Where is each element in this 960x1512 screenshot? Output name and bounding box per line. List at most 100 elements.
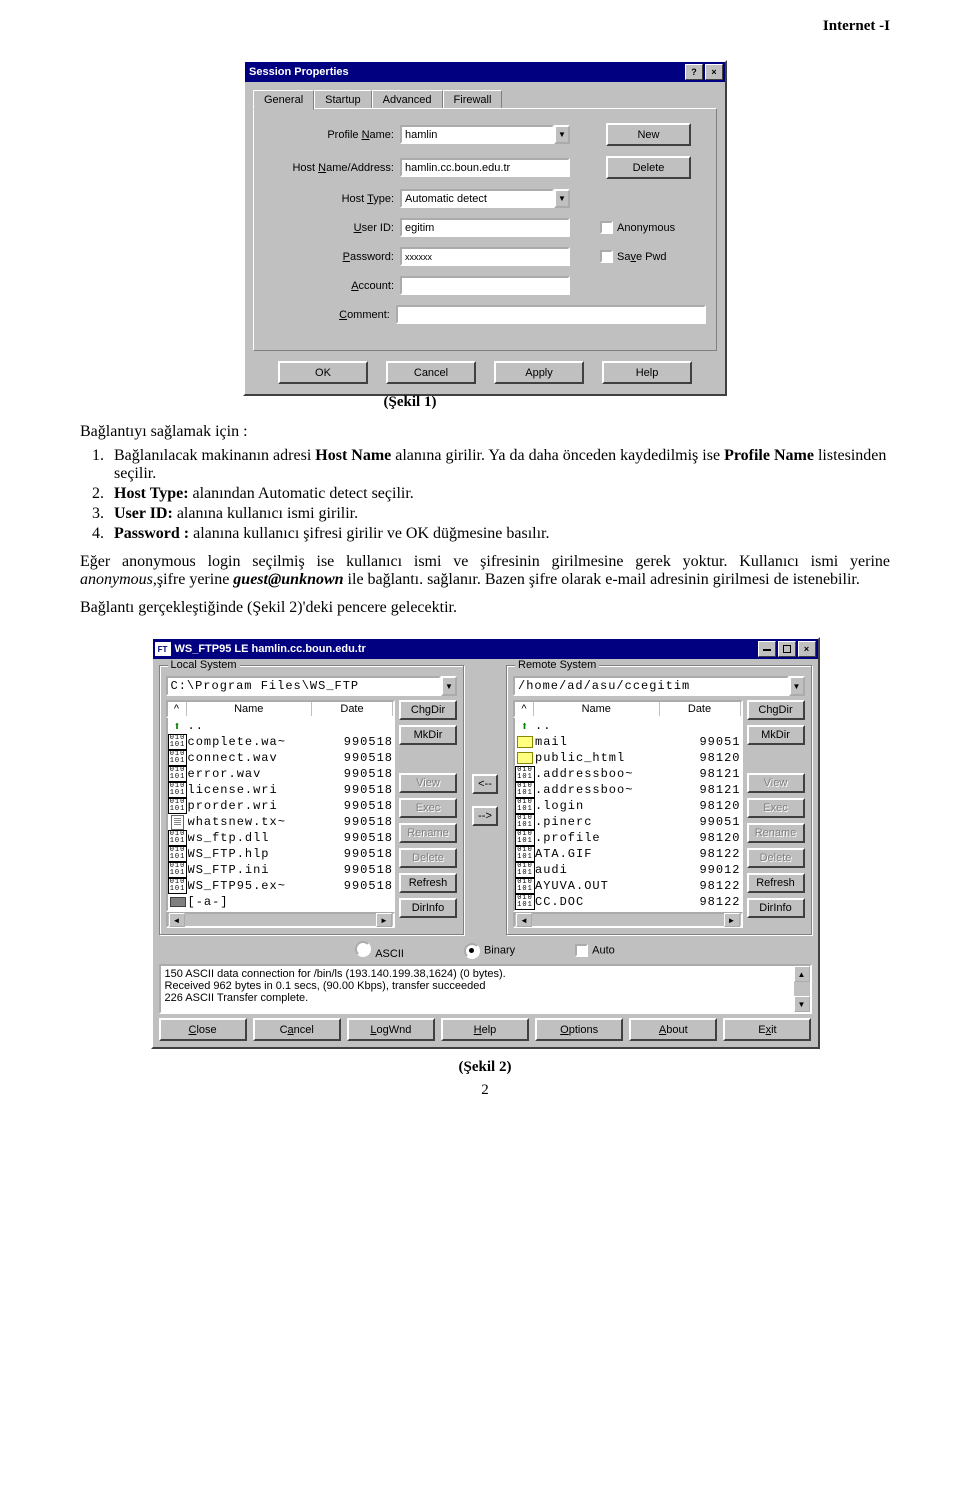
comment-field[interactable] <box>396 305 706 324</box>
scroll-right-icon[interactable]: ► <box>724 913 740 927</box>
file-row[interactable]: 010101complete.wa~990518 <box>168 734 394 750</box>
name-column[interactable]: Name <box>187 702 313 716</box>
chevron-down-icon[interactable]: ▼ <box>441 676 457 696</box>
exec-button[interactable]: Exec <box>747 798 805 818</box>
host-name-field[interactable]: hamlin.cc.boun.edu.tr <box>400 158 570 177</box>
minimize-icon[interactable] <box>758 641 776 657</box>
dirinfo-button[interactable]: DirInfo <box>747 898 805 918</box>
maximize-icon[interactable] <box>778 641 796 657</box>
scroll-left-icon[interactable]: ◄ <box>516 913 532 927</box>
download-button[interactable]: <-- <box>472 774 498 794</box>
help-icon[interactable]: ? <box>685 64 703 80</box>
mkdir-button[interactable]: MkDir <box>747 725 805 745</box>
rename-button[interactable]: Rename <box>399 823 457 843</box>
local-hscroll[interactable]: ◄► <box>166 912 396 928</box>
file-row[interactable]: 010101ATA.GIF98122 <box>515 846 741 862</box>
apply-button[interactable]: Apply <box>494 361 584 384</box>
close-icon[interactable]: × <box>798 641 816 657</box>
user-id-field[interactable]: egitim <box>400 218 570 237</box>
cancel-button[interactable]: Cancel <box>253 1018 341 1041</box>
name-column[interactable]: Name <box>534 702 660 716</box>
scroll-up-icon[interactable]: ▲ <box>794 966 810 982</box>
account-field[interactable] <box>400 276 570 295</box>
file-row[interactable]: 010101audi99012 <box>515 862 741 878</box>
file-row[interactable]: 010101.profile98120 <box>515 830 741 846</box>
chgdir-button[interactable]: ChgDir <box>399 700 457 720</box>
chgdir-button[interactable]: ChgDir <box>747 700 805 720</box>
view-button[interactable]: View <box>747 773 805 793</box>
remote-path-field[interactable]: /home/ad/asu/ccegitim <box>513 676 789 696</box>
chevron-down-icon[interactable]: ▼ <box>554 189 570 208</box>
ok-button[interactable]: OK <box>278 361 368 384</box>
file-row[interactable]: 010101license.wri990518 <box>168 782 394 798</box>
local-path-field[interactable]: C:\Program Files\WS_FTP <box>166 676 442 696</box>
caret-column[interactable]: ^ <box>168 702 187 716</box>
refresh-button[interactable]: Refresh <box>747 873 805 893</box>
file-row[interactable]: 010101WS_FTP95.ex~990518 <box>168 878 394 894</box>
file-row[interactable]: ⬆.. <box>168 718 394 734</box>
file-row[interactable]: 010101.login98120 <box>515 798 741 814</box>
caret-column[interactable]: ^ <box>515 702 534 716</box>
profile-name-combo[interactable]: hamlin▼ <box>400 125 570 144</box>
new-button[interactable]: New <box>606 123 691 146</box>
chevron-down-icon[interactable]: ▼ <box>554 125 570 144</box>
tab-general[interactable]: General <box>253 90 314 110</box>
refresh-button[interactable]: Refresh <box>399 873 457 893</box>
local-file-list[interactable]: ⬆..010101complete.wa~990518010101connect… <box>166 718 396 912</box>
file-row[interactable]: whatsnew.tx~990518 <box>168 814 394 830</box>
file-row[interactable]: 010101connect.wav990518 <box>168 750 394 766</box>
log-vscroll[interactable]: ▲▼ <box>794 966 810 1012</box>
auto-checkbox[interactable]: Auto <box>575 944 615 957</box>
remote-file-list[interactable]: ⬆..mail99051public_html98120010101.addre… <box>513 718 743 912</box>
rename-button[interactable]: Rename <box>747 823 805 843</box>
help-button[interactable]: Help <box>441 1018 529 1041</box>
file-row[interactable]: public_html98120 <box>515 750 741 766</box>
scroll-right-icon[interactable]: ► <box>376 913 392 927</box>
file-row[interactable]: 010101.addressboo~98121 <box>515 782 741 798</box>
date-column[interactable]: Date <box>312 702 393 716</box>
scroll-down-icon[interactable]: ▼ <box>794 996 810 1012</box>
tab-advanced[interactable]: Advanced <box>372 90 443 110</box>
ascii-radio[interactable]: ASCII <box>355 941 404 960</box>
options-button[interactable]: Options <box>535 1018 623 1041</box>
file-row[interactable]: ⬆.. <box>515 718 741 734</box>
about-button[interactable]: About <box>629 1018 717 1041</box>
file-row[interactable]: 010101.addressboo~98121 <box>515 766 741 782</box>
save-pwd-checkbox[interactable]: Save Pwd <box>600 250 667 263</box>
file-row[interactable]: 010101error.wav990518 <box>168 766 394 782</box>
remote-hscroll[interactable]: ◄► <box>513 912 743 928</box>
tab-firewall[interactable]: Firewall <box>443 90 503 110</box>
tab-startup[interactable]: Startup <box>314 90 371 110</box>
dirinfo-button[interactable]: DirInfo <box>399 898 457 918</box>
file-row[interactable]: 010101ws_ftp.dll990518 <box>168 830 394 846</box>
close-button[interactable]: Close <box>159 1018 247 1041</box>
exec-button[interactable]: Exec <box>399 798 457 818</box>
exit-button[interactable]: Exit <box>723 1018 811 1041</box>
binary-radio[interactable]: Binary <box>464 943 515 959</box>
view-button[interactable]: View <box>399 773 457 793</box>
file-row[interactable]: 010101WS_FTP.ini990518 <box>168 862 394 878</box>
file-row[interactable]: 010101WS_FTP.hlp990518 <box>168 846 394 862</box>
delete-button[interactable]: Delete <box>399 848 457 868</box>
upload-button[interactable]: --> <box>472 806 498 826</box>
file-row[interactable]: 010101AYUVA.OUT98122 <box>515 878 741 894</box>
chevron-down-icon[interactable]: ▼ <box>789 676 805 696</box>
file-row[interactable]: 010101prorder.wri990518 <box>168 798 394 814</box>
help-button[interactable]: Help <box>602 361 692 384</box>
cancel-button[interactable]: Cancel <box>386 361 476 384</box>
log-line: 226 ASCII Transfer complete. <box>165 992 806 1004</box>
delete-button[interactable]: Delete <box>606 156 691 179</box>
file-row[interactable]: [-a-] <box>168 894 394 910</box>
anonymous-checkbox[interactable]: Anonymous <box>600 221 675 234</box>
password-field[interactable]: xxxxxx <box>400 247 570 266</box>
close-icon[interactable]: × <box>705 64 723 80</box>
scroll-left-icon[interactable]: ◄ <box>169 913 185 927</box>
delete-button[interactable]: Delete <box>747 848 805 868</box>
host-type-combo[interactable]: Automatic detect▼ <box>400 189 570 208</box>
mkdir-button[interactable]: MkDir <box>399 725 457 745</box>
file-row[interactable]: 010101CC.DOC98122 <box>515 894 741 910</box>
file-row[interactable]: mail99051 <box>515 734 741 750</box>
logwnd-button[interactable]: LogWnd <box>347 1018 435 1041</box>
file-row[interactable]: 010101.pinerc99051 <box>515 814 741 830</box>
date-column[interactable]: Date <box>660 702 741 716</box>
